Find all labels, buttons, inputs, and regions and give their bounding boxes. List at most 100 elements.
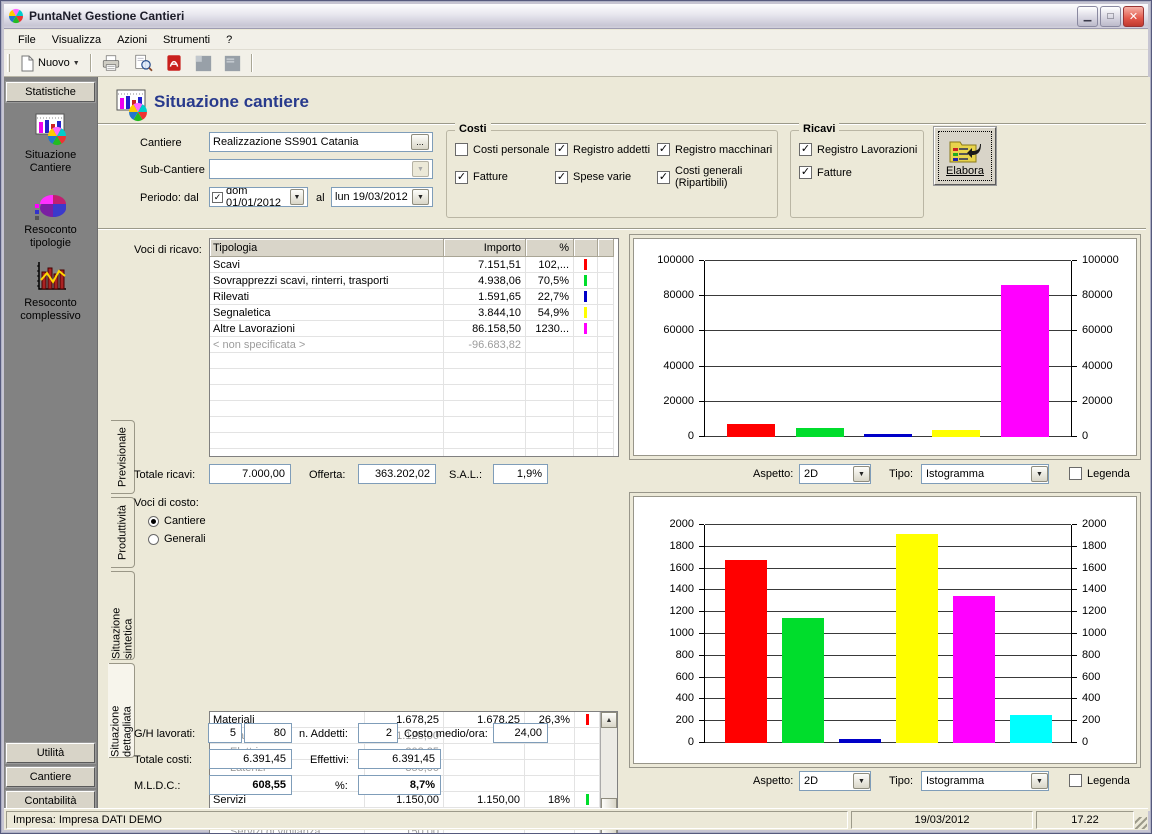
aspetto-combo-1[interactable]: 2D ▼ [799,464,871,484]
resize-grip[interactable] [1135,817,1147,829]
ricavi-row-0[interactable]: Scavi7.151,51102,... [210,257,618,273]
toolbar-grip[interactable] [7,54,10,72]
y-tick-label: 0 [638,736,694,749]
radio-label: Generali [164,533,206,545]
offerta-field[interactable]: 363.202,02 [358,464,436,484]
ricavi-row-10[interactable] [210,417,618,433]
legenda-checkbox-2[interactable]: Legenda [1069,774,1130,787]
periodo-from-checkbox[interactable] [212,192,223,203]
new-dropdown-icon[interactable]: ▼ [73,60,80,67]
costo-medio-field[interactable]: 24,00 [493,723,548,743]
tick-icon [1072,524,1077,525]
costi-option-3[interactable]: Fatture [455,165,555,189]
sidebar-item-2[interactable]: Resocontocomplessivo [4,259,97,323]
tipo-dropdown-icon[interactable]: ▼ [1031,773,1048,789]
periodo-from-dropdown-icon[interactable]: ▼ [290,189,304,205]
print-button[interactable] [95,52,127,74]
view-tab-2[interactable]: Situazione sintetica [111,571,135,660]
ricavi-row-4[interactable]: Altre Lavorazioni86.158,501230... [210,321,618,337]
ricavi-option-1[interactable]: Fatture [799,166,923,179]
addetti-field[interactable]: 2 [358,723,398,743]
ricavi-table[interactable]: TipologiaImporto%Scavi7.151,51102,...Sov… [209,238,619,457]
sidebar-group-statistiche[interactable]: Statistiche [6,82,95,102]
periodo-to-value: lun 19/03/2012 [335,191,408,203]
tipo-dropdown-icon[interactable]: ▼ [1031,466,1048,482]
gh-field-1[interactable]: 5 [208,723,242,743]
scroll-up-icon[interactable]: ▲ [601,712,617,728]
ricavi-row-9[interactable] [210,401,618,417]
costi-option-5[interactable]: Costi generali (Ripartibili) [657,165,777,189]
y-tick-label: 100000 [638,254,694,267]
browse-button[interactable]: ... [411,134,429,150]
tick-icon [699,611,704,612]
aspetto-dropdown-icon[interactable]: ▼ [853,773,870,789]
menu-item-4[interactable]: ? [218,32,240,48]
costi-option-0[interactable]: Costi personale [455,143,555,156]
ricavi-row-6[interactable] [210,353,618,369]
print-preview-button[interactable] [127,52,159,74]
chart-grid-pie-icon [33,111,69,147]
mldc-field[interactable]: 608,55 [209,775,292,795]
periodo-to-dropdown-icon[interactable]: ▼ [412,189,429,205]
effettivi-field[interactable]: 6.391,45 [358,749,441,769]
costi-option-4[interactable]: Spese varie [555,165,657,189]
aspetto-dropdown-icon[interactable]: ▼ [853,466,870,482]
costo-scope-radio-0[interactable]: Cantiere [148,513,206,529]
gh-field-2[interactable]: 80 [244,723,292,743]
tipo-combo-2[interactable]: Istogramma ▼ [921,771,1049,791]
percent-field[interactable]: 8,7% [358,775,441,795]
view-tab-0[interactable]: Previsionale [111,420,135,494]
ricavi-row-8[interactable] [210,385,618,401]
close-button[interactable]: ✕ [1123,6,1144,27]
sal-value: 1,9% [517,468,542,480]
tipo-combo-1[interactable]: Istogramma ▼ [921,464,1049,484]
costi-option-2[interactable]: Registro macchinari [657,143,777,156]
ricavi-row-1[interactable]: Sovrapprezzi scavi, rinterri, trasporti4… [210,273,618,289]
totale-costi-field[interactable]: 6.391,45 [209,749,292,769]
y-tick-label: 80000 [1082,289,1134,302]
menu-item-3[interactable]: Strumenti [155,32,218,48]
checkbox-icon [799,143,812,156]
menu-item-1[interactable]: Visualizza [44,32,109,48]
mldc-value: 608,55 [252,779,286,791]
sidebar-item-0[interactable]: SituazioneCantiere [4,111,97,175]
new-button[interactable]: Nuovo ▼ [14,52,86,74]
costi-chart-panel: 0020020040040060060080080010001000120012… [629,492,1141,768]
totale-ricavi-field[interactable]: 7.000,00 [209,464,291,484]
menu-item-0[interactable]: File [10,32,44,48]
effettivi-label: Effettivi: [310,754,349,766]
sidebar-nav-0[interactable]: Utilità [6,743,95,763]
subcantiere-combo[interactable]: ▼ [209,159,433,179]
sidebar-item-1[interactable]: Resocontotipologie [4,186,97,250]
ricavi-row-11[interactable] [210,433,618,449]
y-tick-label: 400 [638,692,694,705]
cantiere-field[interactable]: Realizzazione SS901 Catania ... [209,132,433,152]
aspetto-combo-2[interactable]: 2D ▼ [799,771,871,791]
menu-item-2[interactable]: Azioni [109,32,155,48]
sidebar-nav-1[interactable]: Cantiere [6,767,95,787]
legenda-checkbox-1[interactable]: Legenda [1069,467,1130,480]
ricavi-row-12[interactable] [210,449,618,457]
browse-label: ... [416,137,424,147]
ricavi-option-0[interactable]: Registro Lavorazioni [799,143,923,156]
view-tab-3[interactable]: Situazione dettagliata [109,663,135,758]
color-mark [584,291,587,302]
maximize-button[interactable]: □ [1100,6,1121,27]
costi-option-1[interactable]: Registro addetti [555,143,657,156]
view-tab-1[interactable]: Produttività [111,497,135,568]
ricavi-row-7[interactable] [210,369,618,385]
y-tick-label: 0 [1082,736,1134,749]
elabora-button[interactable]: Elabora [934,127,996,185]
ricavi-row-2[interactable]: Rilevati1.591,6522,7% [210,289,618,305]
ricavi-row-3[interactable]: Segnaletica3.844,1054,9% [210,305,618,321]
pdf-export-button[interactable] [159,52,189,74]
status-date: 19/03/2012 [851,811,1033,829]
costo-scope-radio-1[interactable]: Generali [148,531,206,547]
totale-costi-label: Totale costi: [134,754,192,766]
periodo-to-combo[interactable]: lun 19/03/2012 ▼ [331,187,433,207]
sal-field[interactable]: 1,9% [493,464,548,484]
y-tick-label: 40000 [638,360,694,373]
minimize-button[interactable]: ▁ [1077,6,1098,27]
ricavi-row-5[interactable]: < non specificata >-96.683,82 [210,337,618,353]
periodo-from-combo[interactable]: dom 01/01/2012 ▼ [209,187,308,207]
